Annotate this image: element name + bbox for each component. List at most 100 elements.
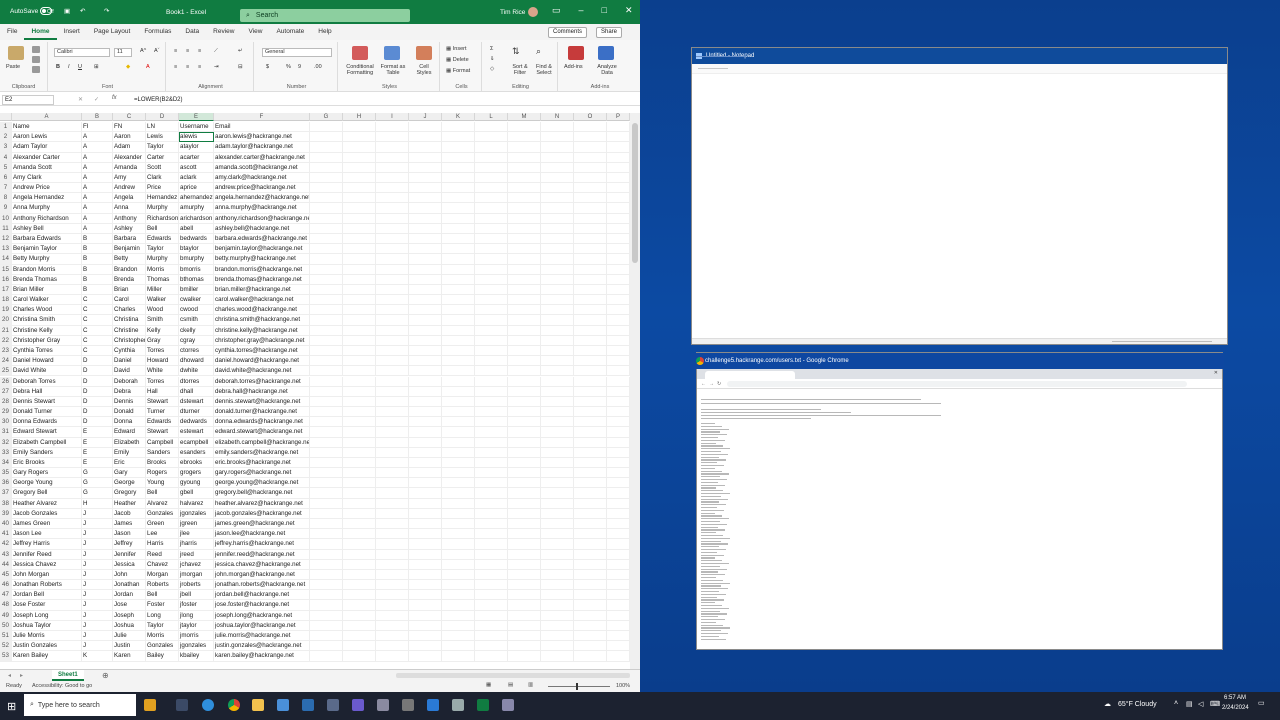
cell[interactable]: G <box>82 488 113 499</box>
forward-icon[interactable]: → <box>709 381 714 387</box>
cell[interactable] <box>508 590 541 601</box>
cell[interactable] <box>310 549 343 560</box>
cell[interactable] <box>475 295 508 306</box>
cell[interactable] <box>409 295 442 306</box>
row-number[interactable]: 48 <box>0 600 12 611</box>
cell[interactable]: christine.kelly@hackrange.net <box>214 325 310 336</box>
cell[interactable] <box>310 437 343 448</box>
cell[interactable]: Alvarez <box>146 498 179 509</box>
cell[interactable] <box>508 468 541 479</box>
page-break-view-icon[interactable]: ▥ <box>528 682 533 688</box>
cell[interactable]: adam.taylor@hackrange.net <box>214 142 310 153</box>
cell[interactable] <box>376 559 409 570</box>
fill-icon[interactable]: ⇓ <box>490 56 495 62</box>
cell[interactable] <box>475 132 508 143</box>
cell[interactable] <box>376 569 409 581</box>
cell[interactable]: debra.hall@hackrange.net <box>214 386 310 397</box>
cell[interactable]: LN <box>146 122 179 133</box>
cell[interactable] <box>541 254 574 265</box>
cell[interactable] <box>442 183 475 194</box>
cell[interactable] <box>376 498 409 509</box>
cell[interactable]: Daniel <box>113 356 146 367</box>
cell[interactable] <box>376 122 409 133</box>
cell[interactable] <box>310 396 343 408</box>
cell[interactable] <box>574 335 607 346</box>
cell[interactable] <box>310 468 343 479</box>
cell[interactable]: dedwards <box>179 417 214 428</box>
row-number[interactable]: 34 <box>0 457 12 469</box>
cell[interactable]: gbell <box>179 488 214 499</box>
cell[interactable] <box>508 519 541 530</box>
cell[interactable] <box>508 152 541 163</box>
row-number[interactable]: 26 <box>0 376 12 387</box>
cell[interactable] <box>574 498 607 509</box>
cell[interactable]: Brian Miller <box>12 284 82 296</box>
cell[interactable] <box>475 447 508 458</box>
cell[interactable] <box>409 488 442 499</box>
cell[interactable] <box>376 152 409 163</box>
cell[interactable]: Kelly <box>146 325 179 336</box>
cell[interactable] <box>343 335 376 346</box>
column-header-l[interactable]: L <box>475 113 508 121</box>
row-number[interactable]: 31 <box>0 427 12 438</box>
cell[interactable] <box>409 427 442 438</box>
cell[interactable] <box>376 386 409 397</box>
cell[interactable] <box>607 315 630 326</box>
tab-review[interactable]: Review <box>206 24 241 40</box>
cell[interactable]: Edwards <box>146 417 179 428</box>
cell[interactable] <box>442 519 475 530</box>
cell[interactable]: Alexander <box>113 152 146 163</box>
cell[interactable] <box>508 305 541 316</box>
cell[interactable] <box>310 142 343 153</box>
cell[interactable]: John Morgan <box>12 569 82 581</box>
cell[interactable] <box>376 295 409 306</box>
cell[interactable]: betty.murphy@hackrange.net <box>214 254 310 265</box>
cell[interactable] <box>541 519 574 530</box>
cell[interactable] <box>508 335 541 346</box>
cell[interactable] <box>376 356 409 367</box>
cell[interactable] <box>607 356 630 367</box>
cell[interactable] <box>508 325 541 336</box>
cell[interactable] <box>541 203 574 214</box>
cell[interactable]: jmorgan <box>179 569 214 581</box>
cell[interactable] <box>541 132 574 143</box>
cell[interactable]: Wood <box>146 305 179 316</box>
cell[interactable]: Jose <box>113 600 146 611</box>
search-box[interactable]: ⌕ Search <box>240 9 410 22</box>
chrome-taskbar-icon[interactable] <box>228 699 240 711</box>
cell[interactable]: E <box>82 447 113 458</box>
cell[interactable] <box>541 122 574 133</box>
cell[interactable] <box>574 488 607 499</box>
app-icon-2[interactable] <box>352 699 364 711</box>
cell[interactable] <box>475 142 508 153</box>
cell[interactable] <box>607 264 630 275</box>
cell[interactable]: jacob.gonzales@hackrange.net <box>214 508 310 519</box>
cell[interactable] <box>607 233 630 245</box>
cell[interactable]: Anthony <box>113 213 146 224</box>
cell[interactable] <box>442 233 475 245</box>
cell[interactable] <box>574 519 607 530</box>
cell[interactable] <box>442 305 475 316</box>
cell[interactable] <box>376 132 409 143</box>
cell[interactable] <box>376 468 409 479</box>
cell[interactable] <box>310 274 343 285</box>
cell[interactable]: amurphy <box>179 203 214 214</box>
cell[interactable]: Gonzales <box>146 641 179 652</box>
cell[interactable] <box>343 396 376 408</box>
cell[interactable] <box>442 315 475 326</box>
zoom-slider-thumb[interactable] <box>576 683 578 690</box>
cell[interactable]: Richardson <box>146 213 179 224</box>
cell[interactable] <box>409 162 442 173</box>
cell[interactable] <box>574 407 607 418</box>
cell[interactable]: FI <box>82 122 113 133</box>
cell[interactable]: aprice <box>179 183 214 194</box>
cell[interactable] <box>508 407 541 418</box>
row-number[interactable]: 39 <box>0 508 12 519</box>
cell[interactable]: B <box>82 264 113 275</box>
cell[interactable] <box>442 569 475 581</box>
cell[interactable] <box>409 457 442 469</box>
cell[interactable] <box>574 223 607 234</box>
cell[interactable]: C <box>82 305 113 316</box>
cell[interactable] <box>541 590 574 601</box>
taskbar-search[interactable]: ⌕ Type here to search <box>24 694 136 716</box>
